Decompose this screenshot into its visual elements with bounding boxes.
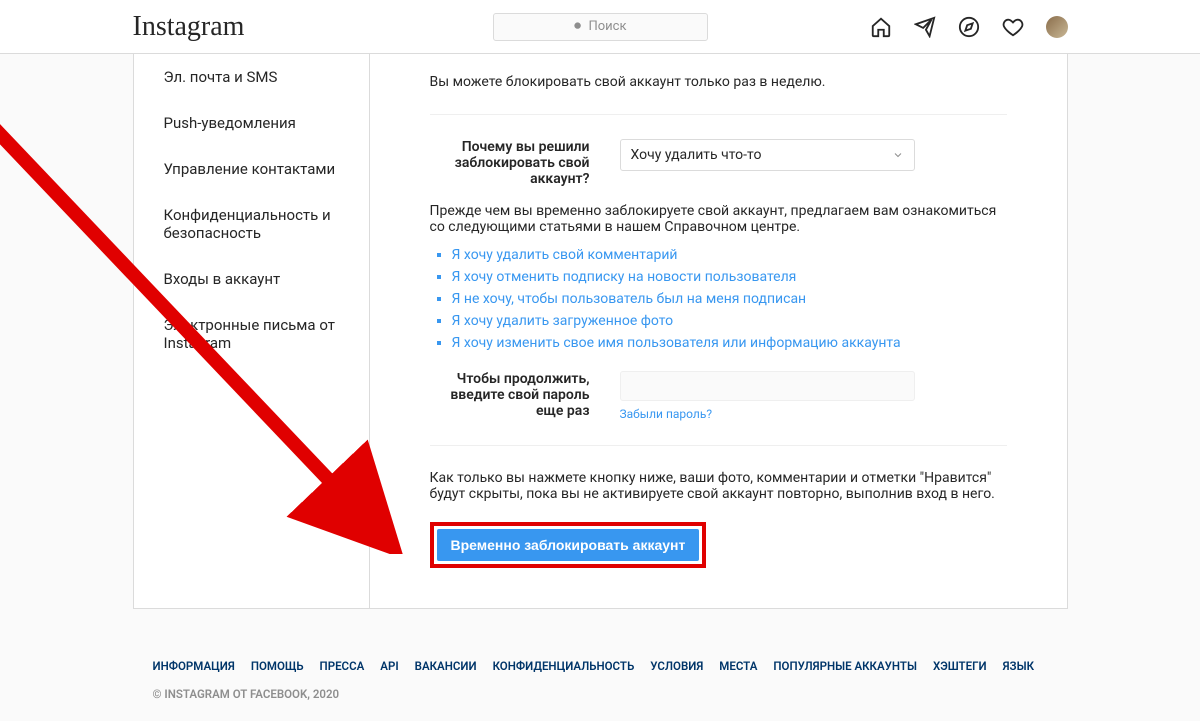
footer-link-about[interactable]: Информация [153, 659, 235, 673]
help-link-unfollow[interactable]: Я хочу отменить подписку на новости поль… [452, 269, 797, 285]
help-link-remove-follower[interactable]: Я не хочу, чтобы пользователь был на мен… [452, 291, 807, 307]
reason-label: Почему вы решили заблокировать свой акка… [430, 139, 590, 187]
chevron-down-icon [892, 149, 904, 161]
help-links-list: Я хочу удалить свой комментарий Я хочу о… [430, 247, 1007, 351]
limit-info-text: Вы можете блокировать свой аккаунт тольк… [430, 74, 1007, 90]
footer-link-help[interactable]: Помощь [251, 659, 304, 673]
nav-icons [740, 16, 1068, 38]
sidebar-item-email-sms[interactable]: Эл. почта и SMS [134, 54, 369, 100]
footer-link-press[interactable]: Пресса [320, 659, 365, 673]
sidebar-item-logins[interactable]: Входы в аккаунт [134, 256, 369, 302]
search-placeholder: Поиск [588, 19, 626, 34]
footer-links: Информация Помощь Пресса API Вакансии Ко… [153, 659, 1048, 673]
password-label: Чтобы продолжить, введите свой пароль ещ… [430, 371, 590, 421]
page-footer: Информация Помощь Пресса API Вакансии Ко… [133, 639, 1068, 721]
explore-icon[interactable] [958, 16, 980, 38]
reason-field: Почему вы решили заблокировать свой акка… [430, 139, 1007, 187]
sidebar-item-privacy[interactable]: Конфиденциальность и безопасность [134, 192, 369, 256]
sidebar-item-push[interactable]: Push-уведомления [134, 100, 369, 146]
reason-select[interactable]: Хочу удалить что-то [620, 139, 915, 171]
settings-container: Эл. почта и SMS Push-уведомления Управле… [133, 54, 1068, 609]
footer-link-api[interactable]: API [380, 659, 398, 673]
footer-link-terms[interactable]: Условия [650, 659, 703, 673]
password-field: Чтобы продолжить, введите свой пароль ещ… [430, 371, 1007, 421]
help-intro-text: Прежде чем вы временно заблокируете свой… [430, 203, 1007, 235]
disable-account-button[interactable]: Временно заблокировать аккаунт [437, 529, 700, 561]
instagram-logo[interactable]: Instagram [133, 11, 461, 43]
help-link-delete-photo[interactable]: Я хочу удалить загруженное фото [452, 313, 674, 329]
settings-sidebar: Эл. почта и SMS Push-уведомления Управле… [134, 54, 370, 608]
home-icon[interactable] [870, 16, 892, 38]
divider [430, 114, 1007, 115]
footer-link-privacy[interactable]: Конфиденциальность [493, 659, 635, 673]
footer-link-locations[interactable]: Места [719, 659, 757, 673]
divider [430, 445, 1007, 446]
top-navigation: Instagram Поиск [0, 0, 1200, 54]
sidebar-item-emails[interactable]: Электронные письма от Instagram [134, 302, 369, 366]
sidebar-item-contacts[interactable]: Управление контактами [134, 146, 369, 192]
activity-icon[interactable] [1002, 16, 1024, 38]
copyright-text: © Instagram от Facebook, 2020 [153, 687, 1048, 701]
footer-link-hashtags[interactable]: Хэштеги [933, 659, 987, 673]
main-content: Вы можете блокировать свой аккаунт тольк… [370, 54, 1067, 608]
reason-selected-value: Хочу удалить что-то [631, 147, 762, 163]
footer-link-jobs[interactable]: Вакансии [415, 659, 477, 673]
annotation-highlight: Временно заблокировать аккаунт [430, 522, 707, 568]
messages-icon[interactable] [914, 16, 936, 38]
search-input[interactable]: Поиск [493, 13, 708, 41]
profile-avatar[interactable] [1046, 16, 1068, 38]
footer-link-top-accounts[interactable]: Популярные аккаунты [773, 659, 917, 673]
footer-link-language[interactable]: Язык [1003, 659, 1034, 673]
password-input[interactable] [620, 371, 915, 401]
help-link-delete-comment[interactable]: Я хочу удалить свой комментарий [452, 247, 678, 263]
help-link-change-username[interactable]: Я хочу изменить свое имя пользователя ил… [452, 335, 901, 351]
forgot-password-link[interactable]: Забыли пароль? [620, 407, 1007, 421]
search-icon [573, 21, 584, 32]
final-info-text: Как только вы нажмете кнопку ниже, ваши … [430, 470, 1007, 502]
